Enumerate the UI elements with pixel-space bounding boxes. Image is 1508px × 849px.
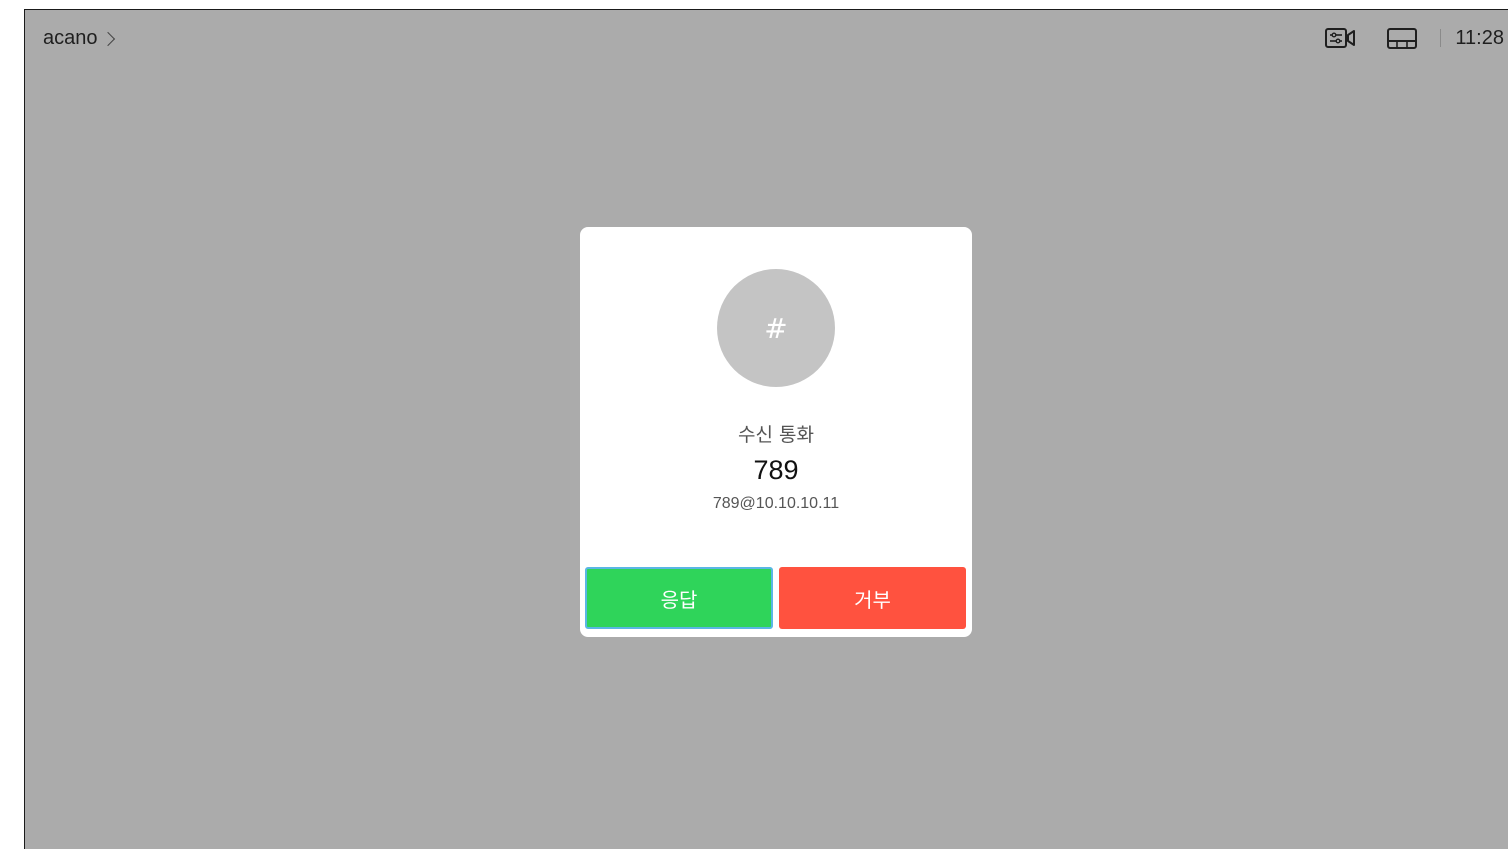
decline-button[interactable]: 거부 — [779, 567, 966, 629]
status-bar: 11:28 — [1324, 26, 1504, 50]
chevron-right-icon — [100, 31, 115, 47]
status-divider — [1440, 29, 1442, 47]
avatar-symbol: # — [764, 311, 788, 345]
caller-uri: 789@10.10.10.11 — [712, 495, 840, 512]
caller-avatar: # — [717, 269, 835, 387]
device-breadcrumb[interactable]: acano — [43, 27, 115, 50]
device-name: acano — [43, 27, 98, 49]
caller-name: 789 — [753, 455, 799, 485]
camera-controls-icon[interactable] — [1324, 26, 1356, 50]
layout-icon[interactable] — [1386, 26, 1418, 50]
call-screen: acano 11:28 # 수신 통화 789 789@10.10.10.11 … — [24, 9, 1508, 849]
incoming-call-dialog: # 수신 통화 789 789@10.10.10.11 응답 거부 — [580, 227, 972, 637]
incoming-call-title: 수신 통화 — [738, 424, 814, 446]
accept-button[interactable]: 응답 — [585, 567, 773, 629]
clock: 11:28 — [1455, 26, 1504, 49]
accept-button-label: 응답 — [660, 587, 698, 612]
decline-button-label: 거부 — [854, 587, 891, 612]
